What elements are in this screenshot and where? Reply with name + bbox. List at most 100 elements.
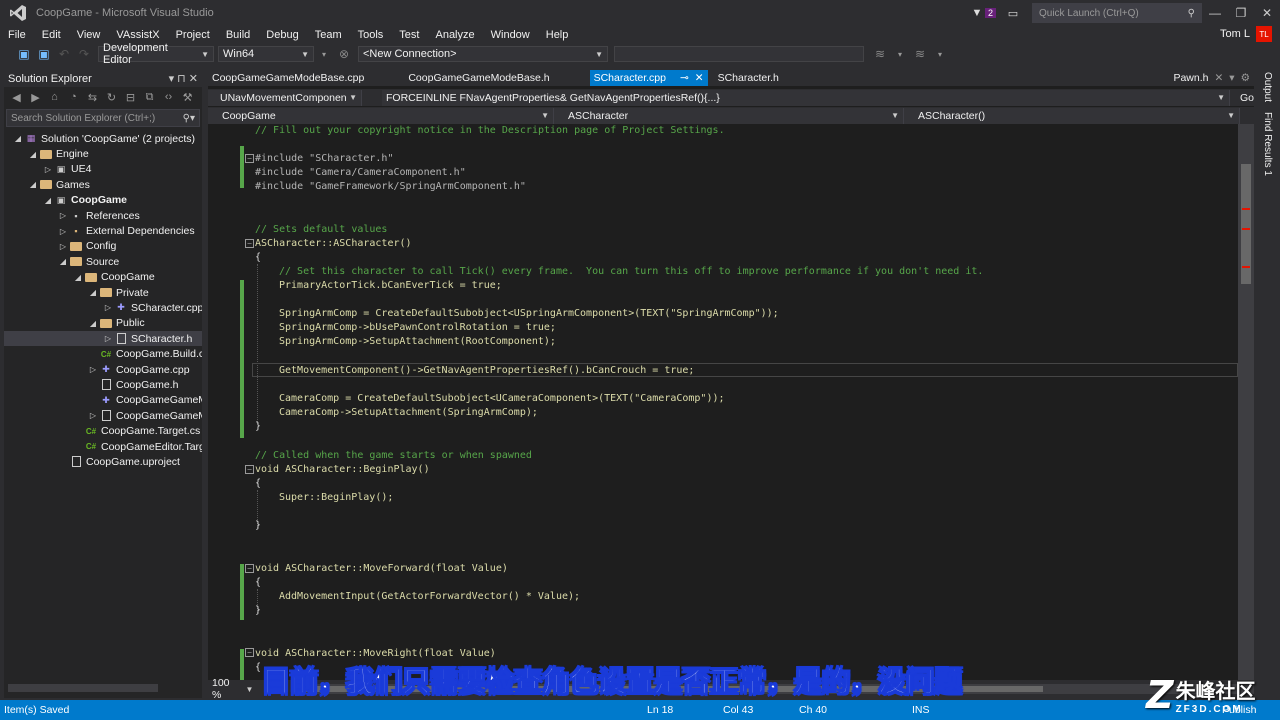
menu-help[interactable]: Help (538, 29, 577, 41)
expand-toggle-icon[interactable]: ◢ (57, 257, 69, 266)
tab-list-icon[interactable]: ▾ (1229, 72, 1234, 84)
forward-icon[interactable]: ▶ (27, 91, 44, 104)
close-button[interactable]: ✕ (1254, 0, 1280, 26)
expand-toggle-icon[interactable]: ◢ (12, 134, 24, 143)
feedback-icon[interactable]: ▭ (1002, 4, 1024, 22)
cancel-connection-icon[interactable]: ⊗ (334, 45, 354, 63)
expand-toggle-icon[interactable]: ▷ (57, 227, 69, 236)
tree-item[interactable]: C# CoopGame.Build.cs (4, 346, 202, 361)
quick-launch-input[interactable]: Quick Launch (Ctrl+Q) ⚲ (1032, 3, 1202, 23)
member-select[interactable]: FORCEINLINE FNavAgentProperties& GetNavA… (382, 89, 1230, 106)
class-select[interactable]: ASCharacter ▼ (554, 107, 904, 124)
expand-toggle-icon[interactable]: ▷ (42, 165, 54, 174)
connection-select[interactable]: <New Connection> ▼ (358, 46, 608, 62)
home-icon[interactable]: ⌂ (46, 91, 63, 103)
tree-item[interactable]: ◢ Source (4, 254, 202, 269)
menu-team[interactable]: Team (307, 29, 350, 41)
tree-item[interactable]: ◢ Engine (4, 146, 202, 161)
minimize-button[interactable]: — (1202, 0, 1228, 26)
sync-icon[interactable]: ⇆ (84, 91, 101, 104)
menu-tools[interactable]: Tools (350, 29, 392, 41)
save-icon[interactable]: ▣ (14, 45, 34, 63)
menu-file[interactable]: File (0, 29, 34, 41)
menu-project[interactable]: Project (168, 29, 218, 41)
project-select[interactable]: CoopGame ▼ (208, 107, 554, 124)
close-tab-icon[interactable]: ✕ (695, 72, 704, 84)
expand-toggle-icon[interactable]: ◢ (72, 273, 84, 282)
find-results-tab[interactable]: Find Results 1 (1262, 112, 1273, 176)
tree-item[interactable]: ▷ ▪ References (4, 208, 202, 223)
tree-item[interactable]: ▷ ✚ CoopGame.cpp (4, 362, 202, 377)
tree-item[interactable]: C# CoopGameEditor.Target. (4, 439, 202, 454)
pin-icon[interactable]: ⊸ (680, 72, 689, 84)
tree-item[interactable]: ▷ ▣ UE4 (4, 162, 202, 177)
toolbar-overflow-icon[interactable]: ▾ (890, 45, 910, 63)
expand-toggle-icon[interactable]: ◢ (27, 180, 39, 189)
tree-item[interactable]: C# CoopGame.Target.cs (4, 423, 202, 438)
expand-toggle-icon[interactable]: ◢ (87, 288, 99, 297)
tree-item[interactable]: ◢ ▦ Solution 'CoopGame' (2 projects) (4, 131, 202, 146)
undo-icon[interactable]: ↶ (54, 45, 74, 63)
collapse-toggle-icon[interactable]: − (245, 465, 254, 474)
user-name[interactable]: Tom L (1220, 28, 1250, 40)
menu-build[interactable]: Build (218, 29, 258, 41)
menu-test[interactable]: Test (391, 29, 427, 41)
collapse-all-icon[interactable]: ⊟ (122, 91, 139, 104)
expand-toggle-icon[interactable]: ▷ (57, 242, 69, 251)
tree-item[interactable]: ◢ ▣ CoopGame (4, 193, 202, 208)
code-view-icon[interactable]: ‹› (160, 91, 177, 103)
menu-vassistx[interactable]: VAssistX (108, 29, 167, 41)
scope-select[interactable]: UNavMovementComponen ▼ (208, 89, 362, 106)
panel-options[interactable]: ▾ ⊓ ✕ (169, 72, 198, 85)
zoom-level[interactable]: 100 % (208, 677, 246, 701)
tab-pawn-h[interactable]: Pawn.h (1173, 72, 1208, 84)
vertical-scrollbar[interactable] (1238, 124, 1254, 680)
avatar[interactable]: TL (1256, 26, 1272, 42)
expand-toggle-icon[interactable]: ▷ (87, 365, 99, 374)
notification-count[interactable]: 2 (984, 8, 996, 18)
redo-icon[interactable]: ↷ (74, 45, 94, 63)
tree-item[interactable]: ✚ CoopGameGameMod (4, 393, 202, 408)
expand-toggle-icon[interactable]: ◢ (42, 196, 54, 205)
platform-select[interactable]: Win64 ▼ (218, 46, 314, 62)
toolbar-overflow-icon[interactable]: ▾ (930, 45, 950, 63)
toolbar-overflow-icon[interactable]: ▾ (314, 45, 334, 63)
menu-edit[interactable]: Edit (34, 29, 69, 41)
user-account[interactable]: Tom L TL (1220, 26, 1272, 42)
horizontal-scrollbar[interactable] (8, 684, 158, 692)
comment-icon[interactable]: ≋ (870, 45, 890, 63)
collapse-toggle-icon[interactable]: − (245, 154, 254, 163)
go-button[interactable]: Go (1240, 92, 1254, 104)
expand-toggle-icon[interactable]: ◢ (87, 319, 99, 328)
collapse-toggle-icon[interactable]: − (245, 239, 254, 248)
uncomment-icon[interactable]: ≋ (910, 45, 930, 63)
tab-scharacter-h[interactable]: SCharacter.h (714, 70, 783, 86)
expand-toggle-icon[interactable]: ▷ (87, 411, 99, 420)
wrench-icon[interactable]: ⚒ (179, 91, 196, 104)
menu-window[interactable]: Window (483, 29, 538, 41)
tree-item[interactable]: ◢ Public (4, 316, 202, 331)
tree-item[interactable]: ▷ ✚ SCharacter.cpp (4, 300, 202, 315)
menu-debug[interactable]: Debug (258, 29, 306, 41)
collapse-toggle-icon[interactable]: − (245, 564, 254, 573)
tree-item[interactable]: ◢ Private (4, 285, 202, 300)
tab-coopgamegamemodebase-cpp[interactable]: CoopGameGameModeBase.cpp (208, 70, 368, 86)
tab-scharacter-cpp[interactable]: SCharacter.cpp ⊸ ✕ (589, 70, 708, 86)
function-select[interactable]: ASCharacter() ▼ (904, 107, 1240, 124)
tree-item[interactable]: ◢ CoopGame (4, 270, 202, 285)
expand-toggle-icon[interactable]: ▷ (57, 211, 69, 220)
find-combo[interactable] (614, 46, 864, 62)
tree-item[interactable]: ▷ Config (4, 239, 202, 254)
save-all-icon[interactable]: ▣ (34, 45, 54, 63)
configuration-select[interactable]: Development Editor ▼ (98, 42, 214, 66)
tree-item[interactable]: ▷ SCharacter.h (4, 331, 202, 347)
maximize-button[interactable]: ❐ (1228, 0, 1254, 26)
tree-item[interactable]: CoopGame.h (4, 377, 202, 392)
show-all-files-icon[interactable]: ⧉ (141, 91, 158, 104)
tree-item[interactable]: CoopGame.uproject (4, 454, 202, 469)
tab-coopgamegamemodebase-h[interactable]: CoopGameGameModeBase.h (404, 70, 553, 86)
pending-changes-icon[interactable]: ◔ (65, 91, 82, 103)
chevron-down-icon[interactable]: ▼ (246, 685, 254, 694)
menu-analyze[interactable]: Analyze (427, 29, 482, 41)
expand-toggle-icon[interactable]: ◢ (27, 150, 39, 159)
